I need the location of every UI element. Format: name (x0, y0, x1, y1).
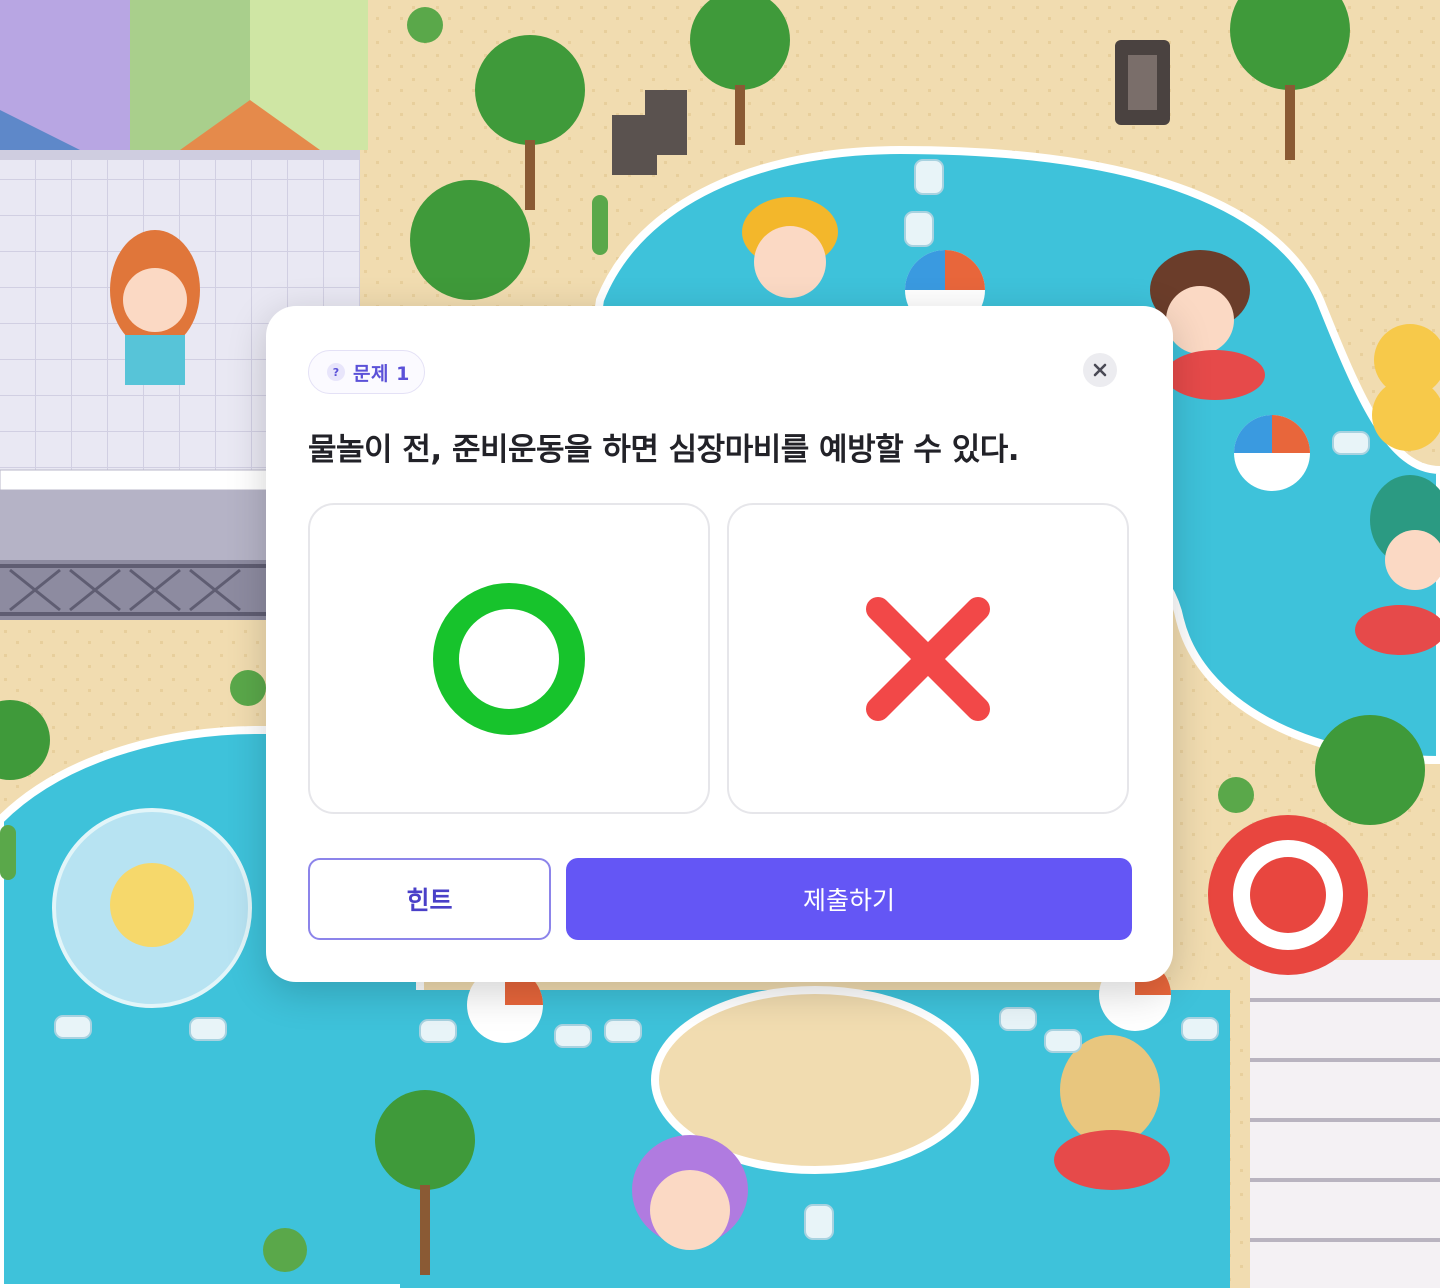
answer-option-x[interactable] (727, 503, 1129, 814)
quiz-dialog: ? 문제 1 물놀이 전, 준비운동을 하면 심장마비를 예방할 수 있다. 힌… (266, 306, 1173, 982)
submit-button[interactable]: 제출하기 (566, 858, 1132, 940)
question-number-badge: ? 문제 1 (308, 350, 425, 394)
question-text: 물놀이 전, 준비운동을 하면 심장마비를 예방할 수 있다. (308, 432, 1020, 468)
close-button[interactable] (1083, 353, 1117, 387)
hint-button[interactable]: 힌트 (308, 858, 551, 940)
question-icon: ? (327, 363, 345, 381)
circle-o-icon (433, 582, 585, 735)
x-mark-icon (866, 596, 990, 721)
close-icon (1093, 363, 1107, 377)
answer-option-o[interactable] (308, 503, 710, 814)
question-number-label: 문제 1 (353, 362, 410, 385)
